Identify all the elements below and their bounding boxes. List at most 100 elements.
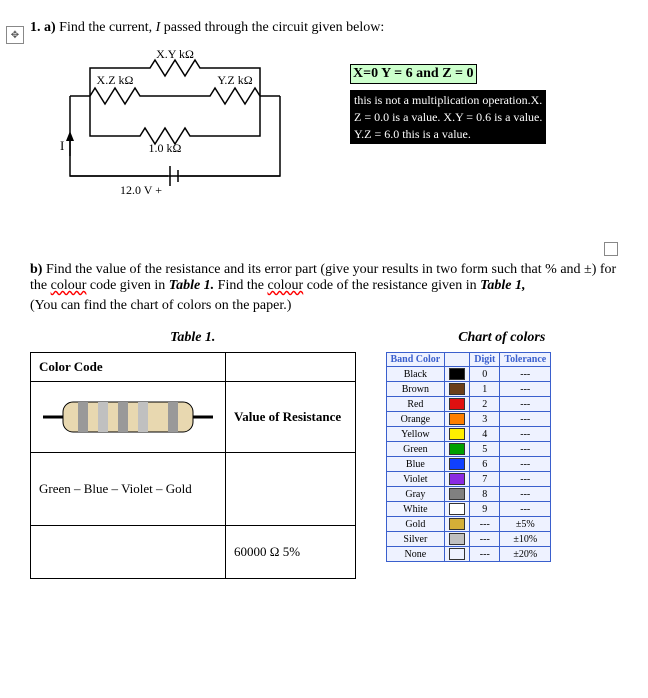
chart-tol: ±10% — [500, 532, 551, 547]
chart-tol: --- — [500, 442, 551, 457]
chart-tol: --- — [500, 472, 551, 487]
q1b-line2: (You can find the chart of colors on the… — [30, 298, 618, 314]
chart-color-name: Yellow — [386, 427, 445, 442]
chart-color-name: Red — [386, 397, 445, 412]
chart-tol: --- — [500, 367, 551, 382]
circuit-diagram: X.Y kΩ X.Z kΩ Y.Z kΩ 1.0 kΩ I 12.0 V + — [50, 46, 310, 206]
color-swatch-icon — [449, 383, 465, 395]
q1b-colour2: colour — [267, 278, 303, 293]
t1-empty-hdr — [226, 353, 355, 382]
chart-digit: 5 — [470, 442, 500, 457]
chart-swatch-cell — [445, 382, 470, 397]
table-row: Green 5--- — [386, 442, 551, 457]
chart-color-name: Gold — [386, 517, 445, 532]
chart-tol: ±5% — [500, 517, 551, 532]
chart-digit: --- — [470, 532, 500, 547]
label-source: 12.0 V + — [120, 183, 162, 197]
chart-tol: --- — [500, 382, 551, 397]
chart-digit: 9 — [470, 502, 500, 517]
chart-swatch-cell — [445, 457, 470, 472]
table1-title: Table 1. — [30, 330, 356, 346]
chart-digit: 8 — [470, 487, 500, 502]
color-swatch-icon — [449, 398, 465, 410]
chart-digit: 6 — [470, 457, 500, 472]
chart-tol: ±20% — [500, 547, 551, 562]
table-row: White9--- — [386, 502, 551, 517]
color-swatch-icon — [449, 533, 465, 545]
label-1k: 1.0 kΩ — [149, 141, 182, 155]
table-row: Red 2--- — [386, 397, 551, 412]
q1b-tableref1: Table 1. — [169, 278, 214, 293]
color-swatch-icon — [449, 473, 465, 485]
chart-tol: --- — [500, 397, 551, 412]
resistor-icon — [43, 392, 213, 442]
q1a-text-2: passed through the circuit given below: — [160, 20, 384, 35]
band-3 — [118, 402, 128, 432]
chart-swatch-cell — [445, 487, 470, 502]
band-4 — [138, 402, 148, 432]
chart-digit: --- — [470, 517, 500, 532]
band-1 — [78, 402, 88, 432]
color-swatch-icon — [449, 488, 465, 500]
move-handle-icon: ✥ — [6, 26, 24, 44]
chart-digit: 2 — [470, 397, 500, 412]
table-row: Yellow4--- — [386, 427, 551, 442]
chart-h-swatch — [445, 353, 470, 367]
chart-swatch-cell — [445, 427, 470, 442]
chart-color-name: Gray — [386, 487, 445, 502]
chart-digit: 7 — [470, 472, 500, 487]
chart-swatch-cell — [445, 547, 470, 562]
chart-color-name: Violet — [386, 472, 445, 487]
chart-color-name: Green — [386, 442, 445, 457]
chart-digit: 3 — [470, 412, 500, 427]
t1-h-value: Value of Resistance — [226, 382, 355, 453]
chart-swatch-cell — [445, 517, 470, 532]
chart-h-band: Band Color — [386, 353, 445, 367]
table-row: 60000 Ω 5% — [31, 526, 356, 579]
table-row: Gray 8--- — [386, 487, 551, 502]
band-5 — [168, 402, 178, 432]
color-swatch-icon — [449, 458, 465, 470]
question-1a: 1. a) Find the current, I passed through… — [30, 20, 618, 36]
chart-swatch-cell — [445, 442, 470, 457]
chart-swatch-cell — [445, 532, 470, 547]
table-row: Band Color Digit Tolerance — [386, 353, 551, 367]
table-row: Value of Resistance — [31, 382, 356, 453]
table-row: Gold ---±5% — [386, 517, 551, 532]
table-row: Green – Blue – Violet – Gold — [31, 453, 356, 526]
q1b-t4: code of the resistance given in — [303, 278, 480, 293]
q1b-tableref2: Table 1, — [480, 278, 525, 293]
chart-swatch-cell — [445, 397, 470, 412]
color-swatch-icon — [449, 548, 465, 560]
annotation-box: X=0 Y = 6 and Z = 0 this is not a multip… — [350, 46, 618, 144]
chart-swatch-cell — [445, 472, 470, 487]
anno-line3: Y.Z = 6.0 this is a value. — [354, 127, 471, 141]
chart-digit: 0 — [470, 367, 500, 382]
color-chart: Band Color Digit Tolerance Black0---Brow… — [386, 352, 552, 562]
table-row: None---±20% — [386, 547, 551, 562]
anno-line2: Z = 0.0 is a value. X.Y = 0.6 is a value… — [354, 110, 542, 124]
chart-h-digit: Digit — [470, 353, 500, 367]
table-row: Blue6--- — [386, 457, 551, 472]
table1: Color Code Value of Resis — [30, 352, 356, 579]
table-row: Brown1--- — [386, 382, 551, 397]
chart-h-tol: Tolerance — [500, 353, 551, 367]
label-yz: Y.Z kΩ — [217, 73, 252, 87]
q1b-colour1: colour — [51, 278, 87, 293]
t1-resistor-image-cell — [31, 382, 226, 453]
color-swatch-icon — [449, 503, 465, 515]
t1-row1-value — [226, 453, 355, 526]
chart-tol: --- — [500, 487, 551, 502]
chart-tol: --- — [500, 412, 551, 427]
q1b-t3: Find the — [214, 278, 267, 293]
tables-row: Table 1. Color Code — [30, 320, 618, 579]
chart-title: Chart of colors — [386, 330, 619, 346]
color-swatch-icon — [449, 368, 465, 380]
label-I: I — [60, 138, 64, 153]
anno-line1: this is not a multiplication operation.X… — [354, 93, 542, 107]
chart-swatch-cell — [445, 412, 470, 427]
checkbox-icon — [604, 242, 618, 256]
band-2 — [98, 402, 108, 432]
color-swatch-icon — [449, 443, 465, 455]
chart-color-name: Blue — [386, 457, 445, 472]
